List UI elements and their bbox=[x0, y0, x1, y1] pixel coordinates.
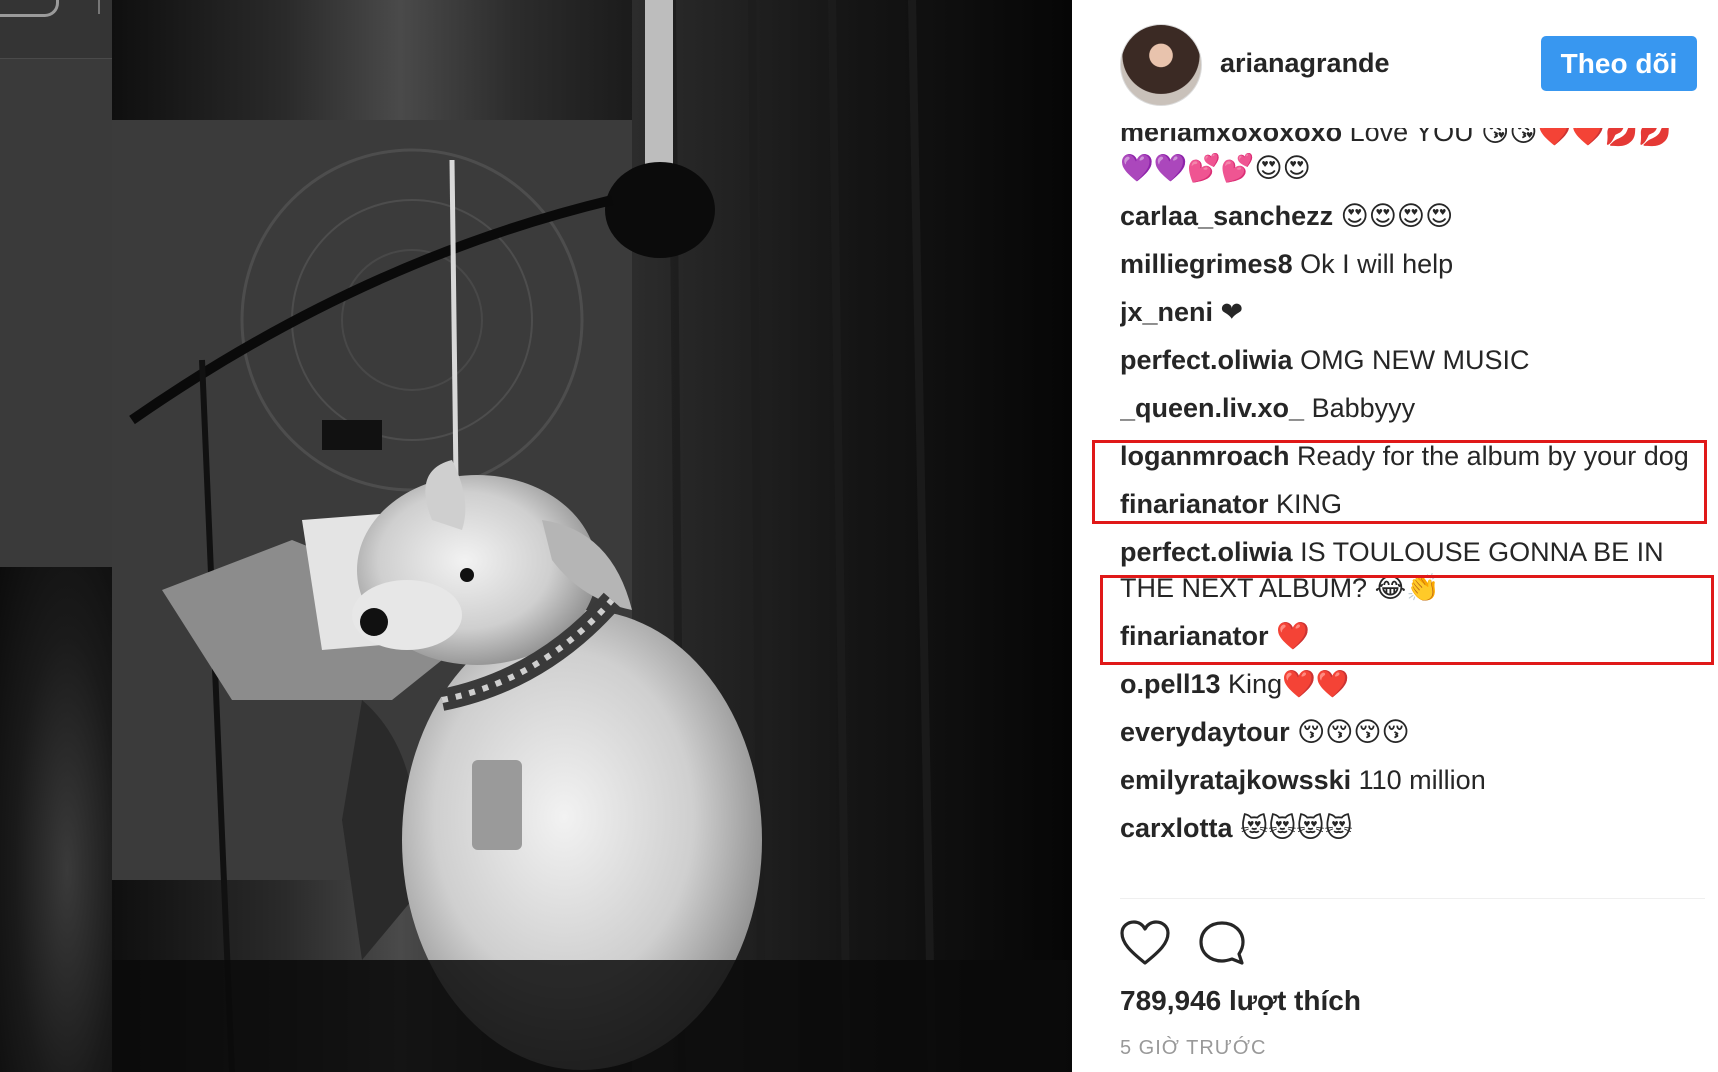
avatar[interactable] bbox=[1120, 24, 1202, 106]
comment-text: 😚😚😚😚 bbox=[1297, 717, 1410, 747]
background-overlay bbox=[0, 0, 112, 1072]
follow-button[interactable]: Theo dõi bbox=[1541, 36, 1697, 91]
comment-text: ❤ bbox=[1220, 297, 1244, 327]
post-username[interactable]: arianagrande bbox=[1220, 48, 1390, 79]
background-topbar bbox=[0, 0, 112, 59]
comment-item: everydaytour 😚😚😚😚 bbox=[1120, 714, 1705, 750]
post-timestamp: 5 GIỜ TRƯỚC bbox=[1120, 1037, 1267, 1059]
post-sidebar: arianagrande Theo dõi meriamxoxoxoxo Lov… bbox=[1072, 0, 1718, 1072]
comment-item: milliegrimes8 Ok I will help bbox=[1120, 246, 1705, 282]
post-photo[interactable] bbox=[112, 0, 1072, 1072]
comment-username[interactable]: perfect.oliwia bbox=[1120, 345, 1300, 375]
like-button[interactable] bbox=[1120, 920, 1170, 966]
divider bbox=[1120, 898, 1705, 899]
comment-text: Ok I will help bbox=[1300, 249, 1454, 279]
comment-username[interactable]: milliegrimes8 bbox=[1120, 249, 1300, 279]
background-divider bbox=[98, 0, 100, 14]
comment-item: _queen.liv.xo_ Babbyyy bbox=[1120, 390, 1705, 426]
background-image bbox=[0, 567, 112, 1072]
comment-text: King❤️❤️ bbox=[1228, 669, 1350, 699]
comment-button[interactable] bbox=[1198, 920, 1246, 966]
comment-item: perfect.oliwia OMG NEW MUSIC bbox=[1120, 342, 1705, 378]
likes-count[interactable]: 789,946 lượt thích bbox=[1120, 985, 1361, 1017]
comment-username[interactable]: emilyratajkowsski bbox=[1120, 765, 1359, 795]
comment-text: OMG NEW MUSIC bbox=[1300, 345, 1530, 375]
comment-item: carlaa_sanchezz 😍😍😍😍 bbox=[1120, 198, 1705, 234]
comment-text: 110 million bbox=[1358, 765, 1486, 795]
comment-item: emilyratajkowsski 110 million bbox=[1120, 762, 1705, 798]
comment-item: o.pell13 King❤️❤️ bbox=[1120, 666, 1705, 702]
comment-item: meriamxoxoxoxo Love YOU 😘😘❤️❤️💋💋💜💜💕💕😍😍 bbox=[1120, 118, 1705, 186]
comment-username[interactable]: perfect.oliwia bbox=[1120, 537, 1300, 567]
comment-username[interactable]: jx_neni bbox=[1120, 297, 1221, 327]
comment-item: jx_neni ❤ bbox=[1120, 294, 1705, 330]
post-header: arianagrande Theo dõi bbox=[1072, 0, 1718, 128]
heart-icon bbox=[1120, 920, 1170, 965]
highlight-box bbox=[1092, 440, 1707, 524]
comment-username[interactable]: o.pell13 bbox=[1120, 669, 1228, 699]
comment-username[interactable]: _queen.liv.xo_ bbox=[1120, 393, 1312, 423]
comment-text: 😍😍😍😍 bbox=[1340, 201, 1454, 231]
comment-username[interactable]: everydaytour bbox=[1120, 717, 1297, 747]
photo-illustration bbox=[112, 0, 1072, 1072]
comment-username[interactable]: carxlotta bbox=[1120, 813, 1240, 843]
comment-text: 😻😻😻😻 bbox=[1240, 813, 1353, 843]
comment-bubble-icon bbox=[1199, 921, 1245, 965]
comment-text: Babbyyy bbox=[1311, 393, 1416, 423]
comment-item: carxlotta 😻😻😻😻 bbox=[1120, 810, 1705, 846]
highlight-box bbox=[1100, 575, 1714, 665]
background-panel bbox=[0, 0, 112, 567]
comment-username[interactable]: carlaa_sanchezz bbox=[1120, 201, 1341, 231]
background-shape bbox=[0, 0, 59, 17]
